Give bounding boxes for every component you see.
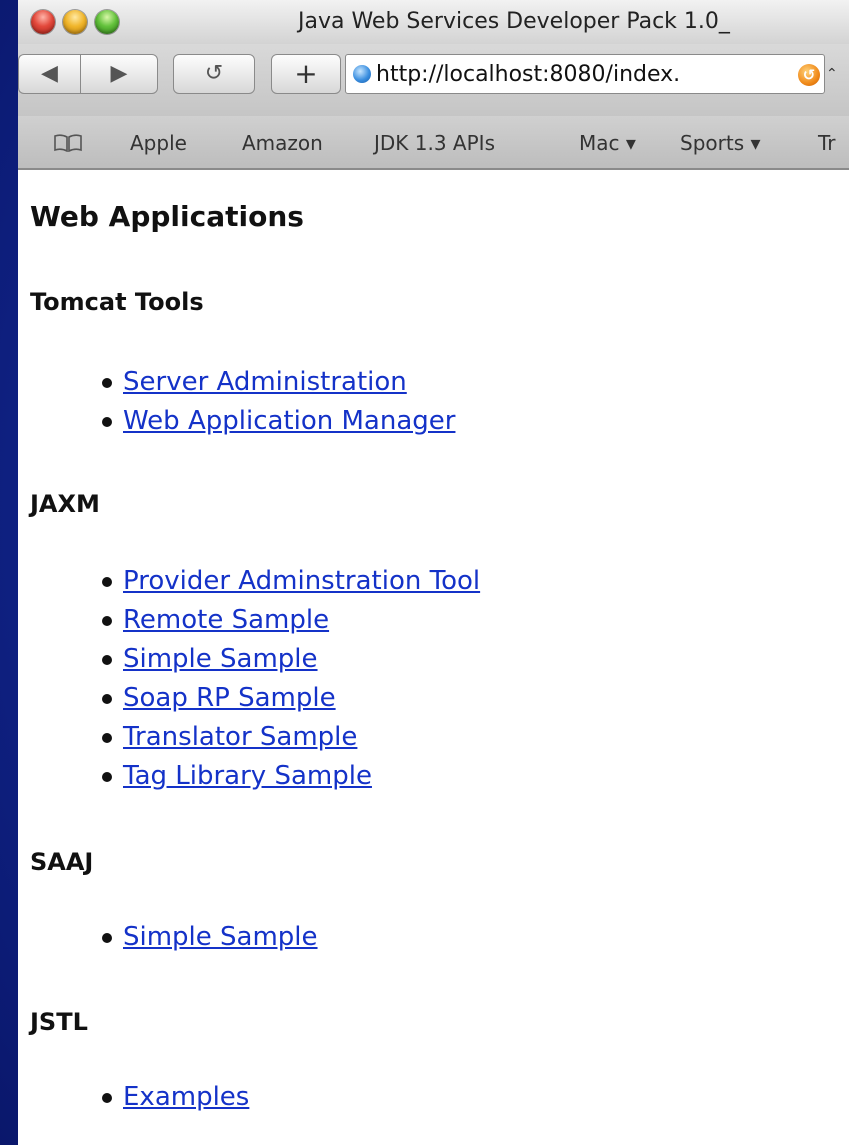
list-item: Soap RP Sample	[30, 679, 480, 718]
plus-icon: +	[294, 57, 318, 90]
jstl-list: Examples	[30, 1078, 249, 1117]
link-translator-sample[interactable]: Translator Sample	[123, 722, 357, 752]
list-item: Provider Adminstration Tool	[30, 562, 480, 601]
minimize-window-button[interactable]	[63, 10, 87, 34]
bookmark-apple[interactable]: Apple	[130, 131, 187, 155]
title-bar[interactable]: Java Web Services Developer Pack 1.0_	[18, 0, 849, 44]
jaxm-list: Provider Adminstration Tool Remote Sampl…	[30, 562, 480, 796]
saaj-list: Simple Sample	[30, 918, 318, 957]
window-title: Java Web Services Developer Pack 1.0_	[298, 9, 730, 34]
link-tag-library-sample[interactable]: Tag Library Sample	[123, 761, 372, 791]
reload-icon: ↺	[204, 61, 224, 86]
forward-arrow-icon: ▶	[110, 61, 128, 86]
bookmark-jdk-apis[interactable]: JDK 1.3 APIs	[374, 131, 495, 155]
bookmark-sports-menu[interactable]: Sports ▾	[680, 131, 761, 155]
list-item: Examples	[30, 1078, 249, 1117]
tomcat-tools-list: Server Administration Web Application Ma…	[30, 363, 455, 441]
address-url[interactable]: http://localhost:8080/index.	[376, 62, 786, 87]
link-remote-sample[interactable]: Remote Sample	[123, 605, 329, 635]
list-item: Remote Sample	[30, 601, 480, 640]
link-server-administration[interactable]: Server Administration	[123, 367, 407, 397]
bookmarks-bar: Apple Amazon JDK 1.3 APIs Mac ▾ Sports ▾…	[18, 116, 849, 170]
globe-icon	[353, 65, 371, 83]
list-item: Tag Library Sample	[30, 757, 480, 796]
list-item: Web Application Manager	[30, 402, 455, 441]
link-examples[interactable]: Examples	[123, 1082, 249, 1112]
section-heading-jaxm: JAXM	[30, 490, 100, 518]
bookmark-amazon[interactable]: Amazon	[242, 131, 323, 155]
section-heading-tomcat-tools: Tomcat Tools	[30, 288, 204, 316]
list-item: Server Administration	[30, 363, 455, 402]
link-saaj-simple-sample[interactable]: Simple Sample	[123, 922, 318, 952]
page-title: Web Applications	[30, 200, 304, 233]
browser-window: Java Web Services Developer Pack 1.0_ ◀ …	[18, 0, 849, 1145]
list-item: Simple Sample	[30, 918, 318, 957]
back-arrow-icon: ◀	[41, 61, 58, 86]
close-window-button[interactable]	[31, 10, 55, 34]
zoom-window-button[interactable]	[95, 10, 119, 34]
snapback-icon[interactable]: ↺	[798, 64, 820, 86]
list-item: Translator Sample	[30, 718, 480, 757]
link-web-application-manager[interactable]: Web Application Manager	[123, 406, 455, 436]
bookmark-overflow[interactable]: Tr	[818, 131, 836, 155]
section-heading-jstl: JSTL	[30, 1008, 88, 1036]
link-soap-rp-sample[interactable]: Soap RP Sample	[123, 683, 336, 713]
list-item: Simple Sample	[30, 640, 480, 679]
link-provider-administration-tool[interactable]: Provider Adminstration Tool	[123, 566, 480, 596]
back-button[interactable]: ◀	[18, 54, 80, 94]
link-simple-sample[interactable]: Simple Sample	[123, 644, 318, 674]
forward-button[interactable]: ▶	[80, 54, 158, 94]
address-bar[interactable]: http://localhost:8080/index. ↺	[345, 54, 825, 94]
bookmark-mac-menu[interactable]: Mac ▾	[579, 131, 636, 155]
section-heading-saaj: SAAJ	[30, 848, 94, 876]
browser-toolbar: ◀ ▶ ↺ + http://localhost:8080/index. ↺ ⌃	[18, 44, 849, 116]
reload-button[interactable]: ↺	[173, 54, 255, 94]
add-bookmark-button[interactable]: +	[271, 54, 341, 94]
bookmarks-book-icon[interactable]	[53, 134, 83, 152]
google-search-field-edge[interactable]: ⌃	[826, 66, 838, 82]
